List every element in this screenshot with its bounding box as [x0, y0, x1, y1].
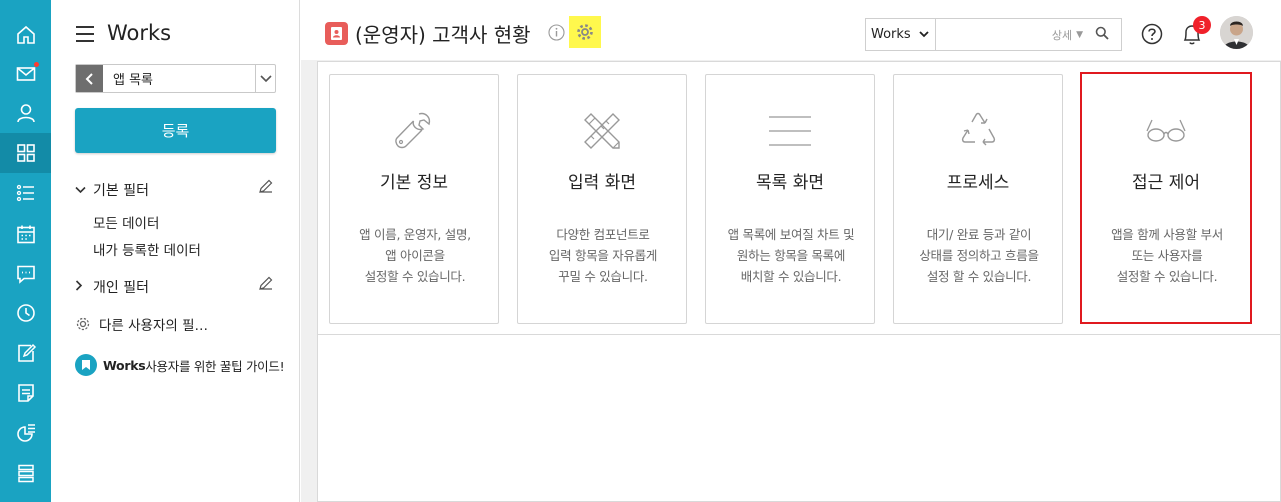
rail-item-calendar[interactable]	[0, 214, 51, 254]
rail-item-write[interactable]	[0, 333, 51, 373]
person-icon	[16, 104, 35, 123]
card-title: 프로세스	[946, 173, 1010, 193]
search-bar: Works 상세 ▼	[865, 18, 1122, 51]
ruler-pencil-icon	[518, 107, 686, 155]
filter-my-data[interactable]: 내가 등록한 데이터	[93, 239, 201, 259]
personal-filter-header[interactable]: 개인 필터	[75, 275, 276, 297]
search-scope-select[interactable]: Works	[866, 19, 936, 50]
menu-icon[interactable]	[76, 26, 94, 42]
card-title: 기본 정보	[380, 173, 448, 193]
card-process[interactable]: 프로세스 대기/ 완료 등과 같이 상태를 정의하고 흐름을 설정 할 수 있습…	[893, 74, 1063, 324]
search-input[interactable]	[936, 19, 1052, 50]
home-icon	[16, 25, 35, 44]
card-basic-info[interactable]: 기본 정보 앱 이름, 운영자, 설명, 앱 아이콘을 설정할 수 있습니다.	[329, 74, 499, 324]
recycle-icon	[894, 107, 1062, 155]
page-title: (운영자) 고객사 현황	[355, 23, 531, 47]
gear-icon	[577, 24, 593, 40]
chevron-left-icon	[85, 72, 93, 85]
back-button[interactable]	[76, 65, 103, 92]
bookmark-icon	[75, 354, 97, 376]
sidebar: Works 앱 목록 등록 기본 필터 모든 데이터 내가 등록한 데이터 개인…	[51, 0, 300, 502]
basic-filter-label: 기본 필터	[93, 183, 149, 199]
other-users-label: 다른 사용자의 필…	[99, 318, 209, 334]
guide-brand: Works	[103, 357, 146, 373]
edit-icon	[17, 343, 36, 362]
header: (운영자) 고객사 현황 Works 상세 ▼ 3	[301, 0, 1281, 60]
rail-item-history[interactable]	[0, 293, 51, 333]
register-button[interactable]: 등록	[75, 108, 276, 153]
note-icon	[17, 384, 34, 402]
card-description: 다양한 컴포넌트로 입력 항목을 자유롭게 꾸밀 수 있습니다.	[548, 227, 658, 284]
basic-filter-header[interactable]: 기본 필터	[75, 178, 276, 200]
stack-icon	[17, 464, 34, 483]
edit-filter-icon[interactable]	[258, 275, 274, 295]
rail-item-board[interactable]	[0, 373, 51, 413]
app-select-value: 앱 목록	[113, 73, 154, 88]
card-title: 목록 화면	[756, 173, 824, 193]
app-rail	[0, 0, 51, 502]
gear-icon	[76, 317, 90, 331]
caret-down-icon: ▼	[1076, 29, 1083, 40]
chat-icon	[16, 265, 35, 284]
card-description: 대기/ 완료 등과 같이 상태를 정의하고 흐름을 설정 할 수 있습니다.	[919, 227, 1039, 284]
card-title: 입력 화면	[568, 173, 636, 193]
filter-all-data[interactable]: 모든 데이터	[93, 212, 159, 232]
rail-item-mail[interactable]	[0, 54, 51, 94]
chevron-down-icon	[919, 28, 929, 41]
card-list-screen[interactable]: 목록 화면 앱 목록에 보여질 차트 및 원하는 항목을 목록에 배치할 수 있…	[705, 74, 875, 324]
rail-item-more[interactable]	[0, 453, 51, 493]
sidebar-title: Works	[107, 21, 172, 45]
edit-filter-icon[interactable]	[258, 178, 274, 198]
card-title: 접근 제어	[1132, 173, 1200, 193]
card-access-control[interactable]: 접근 제어 앱을 함께 사용할 부서 또는 사용자를 설정할 수 있습니다.	[1080, 72, 1252, 324]
glasses-icon	[1082, 107, 1250, 155]
rail-item-people[interactable]	[0, 93, 51, 133]
notification-badge: 3	[1193, 16, 1211, 34]
search-detail-toggle[interactable]: 상세	[1052, 27, 1072, 43]
card-description: 앱을 함께 사용할 부서 또는 사용자를 설정할 수 있습니다.	[1111, 227, 1223, 284]
info-icon[interactable]	[548, 24, 565, 45]
list-icon	[16, 184, 34, 202]
rail-item-home[interactable]	[0, 15, 51, 55]
rail-item-apps[interactable]	[0, 133, 51, 173]
lines-icon	[706, 107, 874, 155]
rail-item-stats[interactable]	[0, 413, 51, 453]
help-icon[interactable]	[1141, 23, 1163, 49]
wrench-icon	[330, 107, 498, 155]
search-icon[interactable]	[1095, 25, 1109, 44]
clock-icon	[16, 304, 35, 322]
card-description: 앱 이름, 운영자, 설명, 앱 아이콘을 설정할 수 있습니다.	[359, 227, 471, 284]
mail-icon	[16, 67, 35, 81]
rail-item-messenger[interactable]	[0, 254, 51, 294]
card-input-screen[interactable]: 입력 화면 다양한 컴포넌트로 입력 항목을 자유롭게 꾸밀 수 있습니다.	[517, 74, 687, 324]
app-settings-button[interactable]	[569, 16, 601, 48]
calendar-icon	[16, 225, 35, 244]
chevron-down-icon	[75, 183, 93, 197]
unread-dot	[34, 62, 39, 67]
card-description: 앱 목록에 보여질 차트 및 원하는 항목을 목록에 배치할 수 있습니다.	[727, 227, 855, 284]
app-icon	[325, 22, 348, 45]
personal-filter-label: 개인 필터	[93, 280, 149, 296]
rail-item-list[interactable]	[0, 173, 51, 213]
guide-text: 사용자를 위한 꿀팁 가이드!	[145, 358, 285, 374]
apps-grid-icon	[16, 144, 35, 162]
app-list-select[interactable]: 앱 목록	[75, 64, 276, 93]
panel-divider	[317, 334, 1281, 335]
chevron-down-icon[interactable]	[255, 65, 275, 92]
pie-chart-icon	[16, 424, 35, 442]
other-users-filter[interactable]: 다른 사용자의 필…	[75, 314, 208, 334]
avatar[interactable]	[1220, 16, 1253, 49]
guide-link[interactable]: Works 사용자를 위한 꿀팁 가이드!	[75, 354, 285, 376]
chevron-right-icon	[75, 280, 93, 294]
search-scope-value: Works	[871, 27, 911, 42]
